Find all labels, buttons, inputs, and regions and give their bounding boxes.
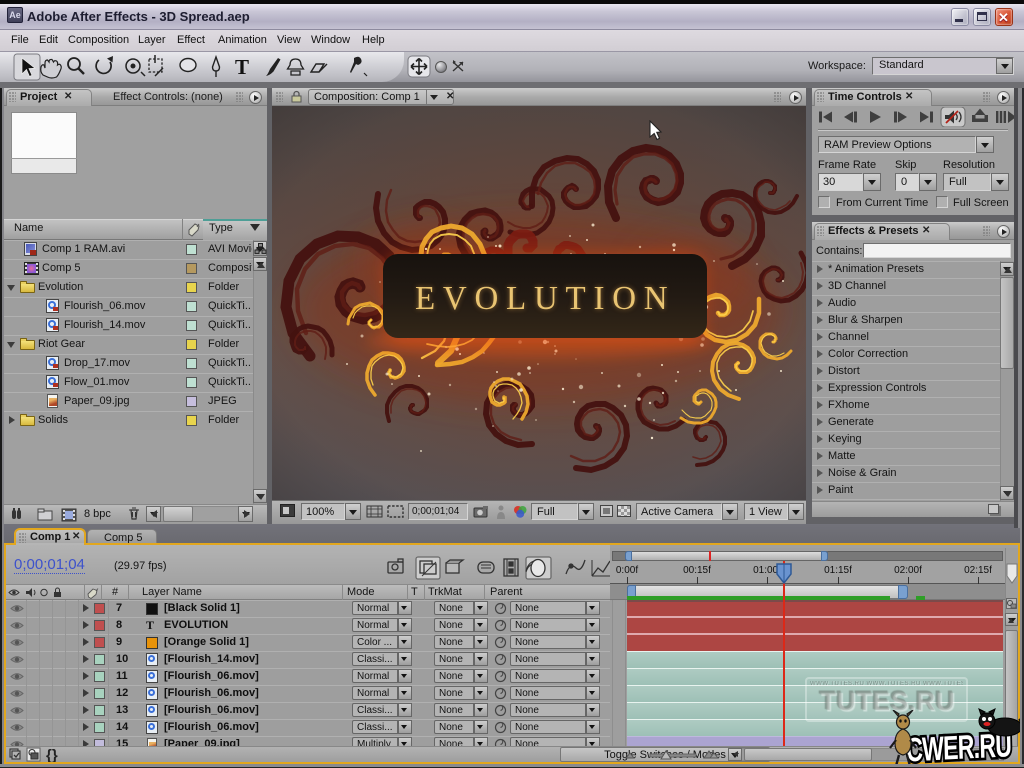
- svg-text:{}: {}: [46, 747, 58, 762]
- svg-text:T: T: [235, 55, 249, 79]
